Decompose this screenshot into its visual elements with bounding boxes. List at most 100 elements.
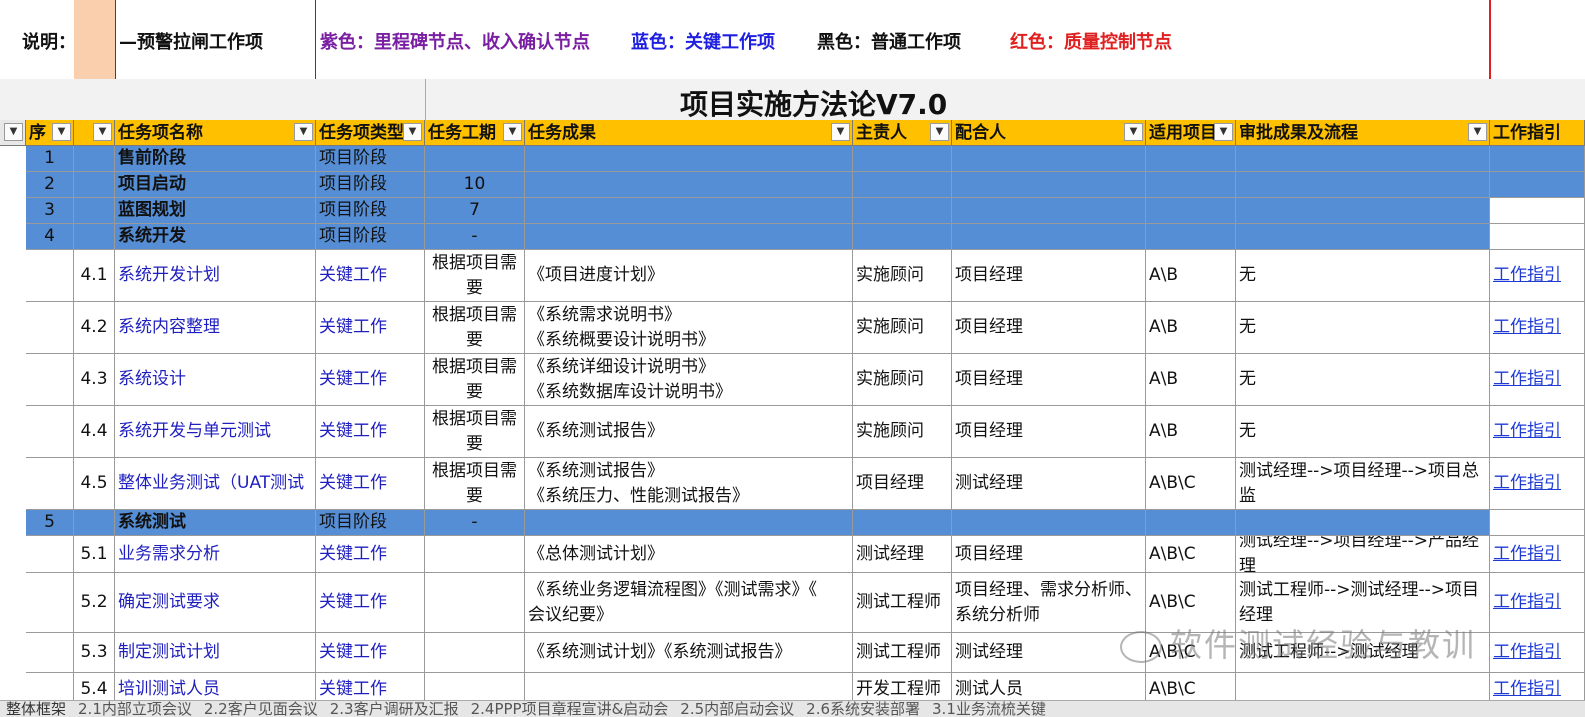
col-task-type-cell[interactable]: 项目阶段 (316, 224, 425, 250)
col-partner-cell[interactable]: 项目经理 (952, 406, 1146, 458)
work-guide-link[interactable]: 工作指引 (1493, 590, 1561, 615)
col-task-name-header[interactable]: 任务项名称 ▼ (115, 120, 316, 146)
col-owner-cell[interactable]: 测试经理 (853, 536, 952, 573)
col-sub-cell[interactable] (74, 146, 115, 172)
col-seq-cell[interactable]: 5 (26, 510, 74, 536)
col-sub-cell[interactable]: 5.1 (74, 536, 115, 573)
col-seq-cell[interactable] (26, 458, 74, 510)
col-sub-cell[interactable] (74, 224, 115, 250)
col-task-name-cell[interactable]: 业务需求分析 (115, 536, 316, 573)
col-owner-cell[interactable]: 实施顾问 (853, 250, 952, 302)
col-task-name-cell[interactable]: 系统设计 (115, 354, 316, 406)
filter-dropdown-icon[interactable]: ▼ (831, 123, 850, 141)
work-guide-link[interactable]: 工作指引 (1493, 263, 1561, 288)
col-sub-cell[interactable] (74, 198, 115, 224)
col-duration-cell[interactable]: 根据项目需要 (425, 458, 525, 510)
filter-dropdown-icon[interactable]: ▼ (503, 123, 522, 141)
col-partner-cell[interactable]: 测试经理 (952, 633, 1146, 673)
col-owner-cell[interactable]: 实施顾问 (853, 406, 952, 458)
col-output-cell[interactable]: 《系统测试报告》 (525, 406, 853, 458)
col-seq-cell[interactable] (26, 302, 74, 354)
col-guide-cell[interactable] (1490, 224, 1585, 250)
col-duration-cell[interactable]: 根据项目需要 (425, 302, 525, 354)
col-guide-cell[interactable]: 工作指引 (1490, 536, 1585, 573)
col-owner-cell[interactable]: 测试工程师 (853, 573, 952, 633)
col-task-type-cell[interactable]: 关键工作 (316, 633, 425, 673)
col-approval-cell[interactable]: 无 (1236, 406, 1490, 458)
col-approval-cell[interactable]: 无 (1236, 354, 1490, 406)
sheet-tab[interactable]: 2.1内部立项会议 (72, 701, 198, 717)
col-task-type-cell[interactable]: 项目阶段 (316, 510, 425, 536)
col-task-name-cell[interactable]: 蓝图规划 (115, 198, 316, 224)
col-partner-cell[interactable] (952, 146, 1146, 172)
col-output-cell[interactable]: 《系统测试报告》 《系统压力、性能测试报告》 (525, 458, 853, 510)
col-partner-cell[interactable] (952, 510, 1146, 536)
col-output-cell[interactable]: 《系统业务逻辑流程图》《测试需求》《 会议纪要》 (525, 573, 853, 633)
col-applicable-cell[interactable] (1146, 510, 1236, 536)
col-seq-cell[interactable] (26, 406, 74, 458)
col-task-name-cell[interactable]: 售前阶段 (115, 146, 316, 172)
col-guide-cell[interactable]: 工作指引 (1490, 406, 1585, 458)
col-applicable-cell[interactable] (1146, 224, 1236, 250)
col-task-name-cell[interactable]: 系统开发 (115, 224, 316, 250)
col-seq-header[interactable]: 序 ▼ (26, 120, 74, 146)
col-sub-cell[interactable]: 4.4 (74, 406, 115, 458)
col-duration-cell[interactable] (425, 536, 525, 573)
col-partner-cell[interactable] (952, 198, 1146, 224)
col-owner-header[interactable]: 主责人 ▼ (853, 120, 952, 146)
col-task-type-cell[interactable]: 项目阶段 (316, 146, 425, 172)
col-partner-header[interactable]: 配合人 ▼ (952, 120, 1146, 146)
col-owner-cell[interactable]: 实施顾问 (853, 302, 952, 354)
col-approval-cell[interactable] (1236, 510, 1490, 536)
col-guide-header[interactable]: 工作指引 (1490, 120, 1585, 146)
col-output-cell[interactable] (525, 198, 853, 224)
col-approval-cell[interactable] (1236, 224, 1490, 250)
col-task-name-cell[interactable]: 系统测试 (115, 510, 316, 536)
col-duration-cell[interactable]: 10 (425, 172, 525, 198)
col-sub-header[interactable]: ▼ (74, 120, 115, 146)
col-guide-cell[interactable]: 工作指引 (1490, 354, 1585, 406)
filter-dropdown-icon[interactable]: ▼ (403, 123, 422, 141)
col-sub-cell[interactable]: 5.3 (74, 633, 115, 673)
col-partner-cell[interactable] (952, 224, 1146, 250)
col-duration-cell[interactable]: - (425, 510, 525, 536)
col-duration-cell[interactable] (425, 633, 525, 673)
col-duration-header[interactable]: 任务工期 ▼ (425, 120, 525, 146)
col-guide-cell[interactable] (1490, 172, 1585, 198)
col-guide-cell[interactable]: 工作指引 (1490, 573, 1585, 633)
col-applicable-cell[interactable]: A\B (1146, 250, 1236, 302)
col-output-cell[interactable]: 《系统需求说明书》 《系统概要设计说明书》 (525, 302, 853, 354)
col-approval-cell[interactable] (1236, 146, 1490, 172)
col-applicable-cell[interactable]: A\B\C (1146, 458, 1236, 510)
col-sub-cell[interactable]: 4.1 (74, 250, 115, 302)
col-applicable-cell[interactable]: A\B (1146, 406, 1236, 458)
filter-dropdown-icon[interactable]: ▼ (1468, 123, 1487, 141)
work-guide-link[interactable]: 工作指引 (1493, 419, 1561, 444)
col-output-cell[interactable]: 《总体测试计划》 (525, 536, 853, 573)
col-guide-cell[interactable]: 工作指引 (1490, 633, 1585, 673)
col-output-cell[interactable]: 《项目进度计划》 (525, 250, 853, 302)
col-owner-cell[interactable] (853, 224, 952, 250)
row-filter-button[interactable]: ▼ (0, 120, 26, 146)
col-task-type-cell[interactable]: 关键工作 (316, 536, 425, 573)
col-seq-cell[interactable]: 3 (26, 198, 74, 224)
col-task-name-cell[interactable]: 整体业务测试（UAT测试 (115, 458, 316, 510)
col-task-name-cell[interactable]: 项目启动 (115, 172, 316, 198)
col-approval-cell[interactable]: 无 (1236, 250, 1490, 302)
col-guide-cell[interactable] (1490, 510, 1585, 536)
col-task-type-cell[interactable]: 关键工作 (316, 354, 425, 406)
col-approval-cell[interactable] (1236, 172, 1490, 198)
col-task-type-cell[interactable]: 关键工作 (316, 573, 425, 633)
col-duration-cell[interactable]: 根据项目需要 (425, 406, 525, 458)
col-owner-cell[interactable] (853, 198, 952, 224)
sheet-tab[interactable]: 2.6系统安装部署 (800, 701, 926, 717)
sheet-tab[interactable]: 2.3客户调研及汇报 (324, 701, 465, 717)
work-guide-link[interactable]: 工作指引 (1493, 315, 1561, 340)
col-task-type-cell[interactable]: 项目阶段 (316, 172, 425, 198)
col-owner-cell[interactable]: 测试工程师 (853, 633, 952, 673)
work-guide-link[interactable]: 工作指引 (1493, 677, 1561, 702)
col-output-cell[interactable] (525, 146, 853, 172)
col-seq-cell[interactable] (26, 354, 74, 406)
col-seq-cell[interactable]: 2 (26, 172, 74, 198)
col-applicable-cell[interactable] (1146, 146, 1236, 172)
